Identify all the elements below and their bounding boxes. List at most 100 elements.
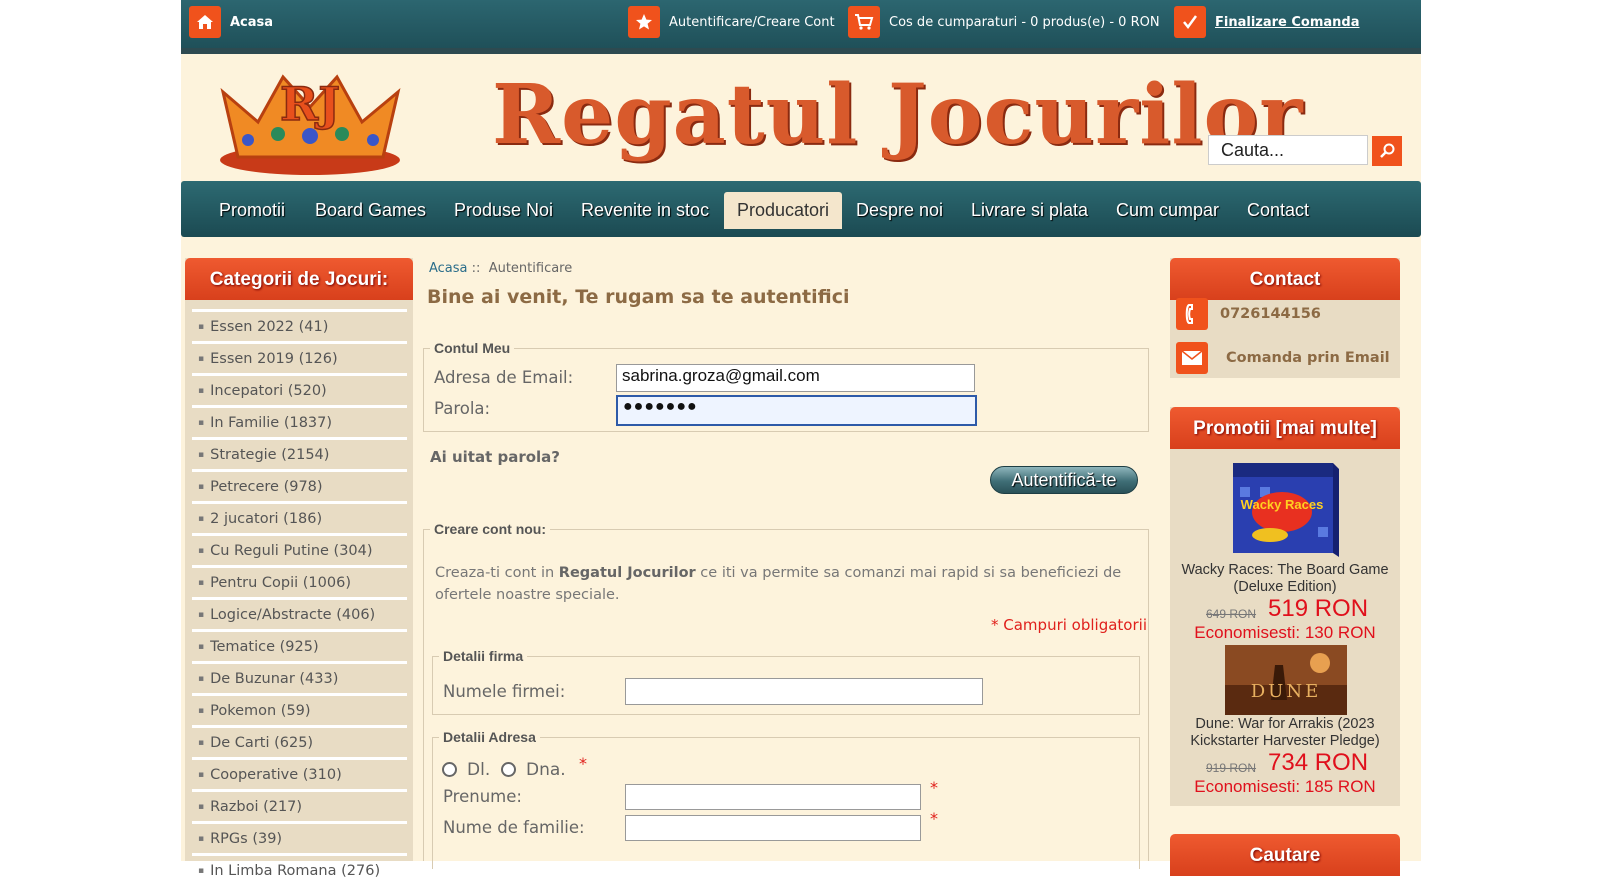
register-legend: Creare cont nou: bbox=[434, 521, 547, 537]
login-button[interactable]: Autentifică-te bbox=[990, 466, 1138, 494]
bullet-icon: ▪ bbox=[198, 769, 205, 780]
home-icon bbox=[189, 6, 221, 38]
bullet-icon: ▪ bbox=[198, 609, 205, 620]
mrs-label: Dna. bbox=[526, 760, 566, 780]
main-nav: Promotii Board Games Produse Noi Revenit… bbox=[181, 181, 1421, 237]
category-item[interactable]: ▪ Tematice (925) bbox=[192, 629, 407, 661]
category-label: Petrecere (978) bbox=[210, 478, 323, 495]
checkmark-icon bbox=[1174, 6, 1206, 38]
company-field[interactable] bbox=[625, 678, 983, 705]
bullet-icon: ▪ bbox=[198, 385, 205, 396]
bullet-icon: ▪ bbox=[198, 737, 205, 748]
category-item[interactable]: ▪ In Limba Romana (276) bbox=[192, 853, 407, 885]
category-item[interactable]: ▪ Incepatori (520) bbox=[192, 373, 407, 405]
lastname-field[interactable] bbox=[625, 815, 921, 841]
nav-cum-cumpar[interactable]: Cum cumpar bbox=[1116, 192, 1219, 229]
box-title-dune: DUNE bbox=[1251, 681, 1322, 702]
category-label: Pentru Copii (1006) bbox=[210, 574, 351, 591]
nav-produse-noi[interactable]: Produse Noi bbox=[454, 192, 553, 229]
firstname-field[interactable] bbox=[625, 784, 921, 810]
product-name-1[interactable]: Wacky Races: The Board Game (Deluxe Edit… bbox=[1170, 562, 1400, 596]
bullet-icon: ▪ bbox=[198, 417, 205, 428]
category-item[interactable]: ▪ Pokemon (59) bbox=[192, 693, 407, 725]
dune-image[interactable]: DUNE bbox=[1225, 645, 1347, 715]
phone-number[interactable]: 0726144156 bbox=[1220, 306, 1321, 322]
breadcrumb-separator: :: bbox=[471, 261, 481, 276]
checkout-link[interactable]: Finalizare Comanda bbox=[1174, 6, 1360, 38]
nav-producatori[interactable]: Producatori bbox=[724, 192, 843, 229]
category-item[interactable]: ▪ Cooperative (310) bbox=[192, 757, 407, 789]
contact-title: Contact bbox=[1170, 258, 1400, 300]
nav-revenite-in-stoc[interactable]: Revenite in stoc bbox=[581, 192, 709, 229]
crown-logo[interactable]: RJ bbox=[203, 62, 418, 180]
breadcrumb-current: Autentificare bbox=[488, 261, 573, 276]
nav-promotii[interactable]: Promotii bbox=[219, 192, 285, 229]
header: RJ Regatul Jocurilor Cauta... bbox=[181, 54, 1421, 180]
promotions-title[interactable]: Promotii [mai multe] bbox=[1170, 407, 1400, 449]
categories-list: ▪ Essen 2022 (41) ▪ Essen 2019 (126) ▪ Incepa… bbox=[192, 309, 407, 885]
email-field[interactable]: sabrina.groza@gmail.com bbox=[616, 364, 975, 392]
category-item[interactable]: ▪ De Carti (625) bbox=[192, 725, 407, 757]
phone-icon bbox=[1176, 298, 1208, 330]
mr-radio[interactable] bbox=[442, 762, 457, 777]
search-button[interactable] bbox=[1372, 136, 1402, 166]
mrs-radio[interactable] bbox=[501, 762, 516, 777]
cart-label: Cos de cumparaturi - 0 produs(e) - 0 RON bbox=[889, 14, 1160, 30]
bullet-icon: ▪ bbox=[198, 833, 205, 844]
search-icon bbox=[1380, 143, 1395, 158]
bullet-icon: ▪ bbox=[198, 545, 205, 556]
category-label: Strategie (2154) bbox=[210, 446, 330, 463]
nav-board-games[interactable]: Board Games bbox=[315, 192, 426, 229]
category-label: Tematice (925) bbox=[210, 638, 319, 655]
category-item[interactable]: ▪ Razboi (217) bbox=[192, 789, 407, 821]
password-field[interactable]: ●●●●●●● bbox=[616, 395, 977, 426]
firstname-label: Prenume: bbox=[443, 787, 522, 806]
bullet-icon: ▪ bbox=[198, 481, 205, 492]
savings-2: Economisesti: 185 RON bbox=[1194, 777, 1376, 796]
email-order-link[interactable]: Comanda prin Email bbox=[1226, 350, 1390, 366]
intro-pre: Creaza-ti cont in bbox=[435, 565, 559, 581]
category-label: Essen 2022 (41) bbox=[210, 318, 329, 335]
category-item[interactable]: ▪ Essen 2022 (41) bbox=[192, 309, 407, 341]
nav-contact[interactable]: Contact bbox=[1247, 192, 1309, 229]
company-legend: Detalii firma bbox=[443, 648, 524, 664]
search-input[interactable]: Cauta... bbox=[1208, 135, 1368, 165]
product-name-2[interactable]: Dune: War for Arrakis (2023 Kickstarter … bbox=[1170, 716, 1400, 750]
forgot-password-link[interactable]: Ai uitat parola? bbox=[430, 448, 560, 466]
home-link[interactable]: Acasa bbox=[189, 6, 273, 38]
top-bar: Acasa Autentificare/Creare Cont Cos de c… bbox=[181, 0, 1421, 54]
category-item[interactable]: ▪ Petrecere (978) bbox=[192, 469, 407, 501]
email-label: Adresa de Email: bbox=[434, 368, 574, 387]
bullet-icon: ▪ bbox=[198, 321, 205, 332]
wacky-races-image[interactable]: Wacky Races bbox=[1230, 457, 1340, 557]
nav-despre-noi[interactable]: Despre noi bbox=[856, 192, 943, 229]
password-label: Parola: bbox=[434, 399, 491, 418]
intro-brand: Regatul Jocurilor bbox=[558, 565, 696, 581]
category-item[interactable]: ▪ Logice/Abstracte (406) bbox=[192, 597, 407, 629]
category-label: Razboi (217) bbox=[210, 798, 303, 815]
category-item[interactable]: ▪ 2 jucatori (186) bbox=[192, 501, 407, 533]
category-label: In Familie (1837) bbox=[210, 414, 333, 431]
register-intro: Creaza-ti cont in Regatul Jocurilor ce i… bbox=[435, 562, 1135, 606]
lastname-label: Nume de familie: bbox=[443, 818, 585, 837]
bullet-icon: ▪ bbox=[198, 577, 205, 588]
login-link[interactable]: Autentificare/Creare Cont bbox=[628, 6, 835, 38]
breadcrumb-home[interactable]: Acasa bbox=[429, 261, 468, 276]
bullet-icon: ▪ bbox=[198, 513, 205, 524]
category-label: 2 jucatori (186) bbox=[210, 510, 323, 527]
box-title-wacky: Wacky Races bbox=[1241, 497, 1324, 512]
category-label: Essen 2019 (126) bbox=[210, 350, 338, 367]
nav-livrare-si-plata[interactable]: Livrare si plata bbox=[971, 192, 1088, 229]
new-price-2: 734 RON bbox=[1268, 749, 1369, 776]
category-item[interactable]: ▪ Strategie (2154) bbox=[192, 437, 407, 469]
category-item[interactable]: ▪ Cu Reguli Putine (304) bbox=[192, 533, 407, 565]
category-item[interactable]: ▪ Essen 2019 (126) bbox=[192, 341, 407, 373]
category-item[interactable]: ▪ De Buzunar (433) bbox=[192, 661, 407, 693]
category-item[interactable]: ▪ Pentru Copii (1006) bbox=[192, 565, 407, 597]
address-legend: Detalii Adresa bbox=[443, 729, 536, 745]
bullet-icon: ▪ bbox=[198, 673, 205, 684]
cart-link[interactable]: Cos de cumparaturi - 0 produs(e) - 0 RON bbox=[848, 6, 1160, 38]
star-icon bbox=[628, 6, 660, 38]
category-item[interactable]: ▪ In Familie (1837) bbox=[192, 405, 407, 437]
category-item[interactable]: ▪ RPGs (39) bbox=[192, 821, 407, 853]
